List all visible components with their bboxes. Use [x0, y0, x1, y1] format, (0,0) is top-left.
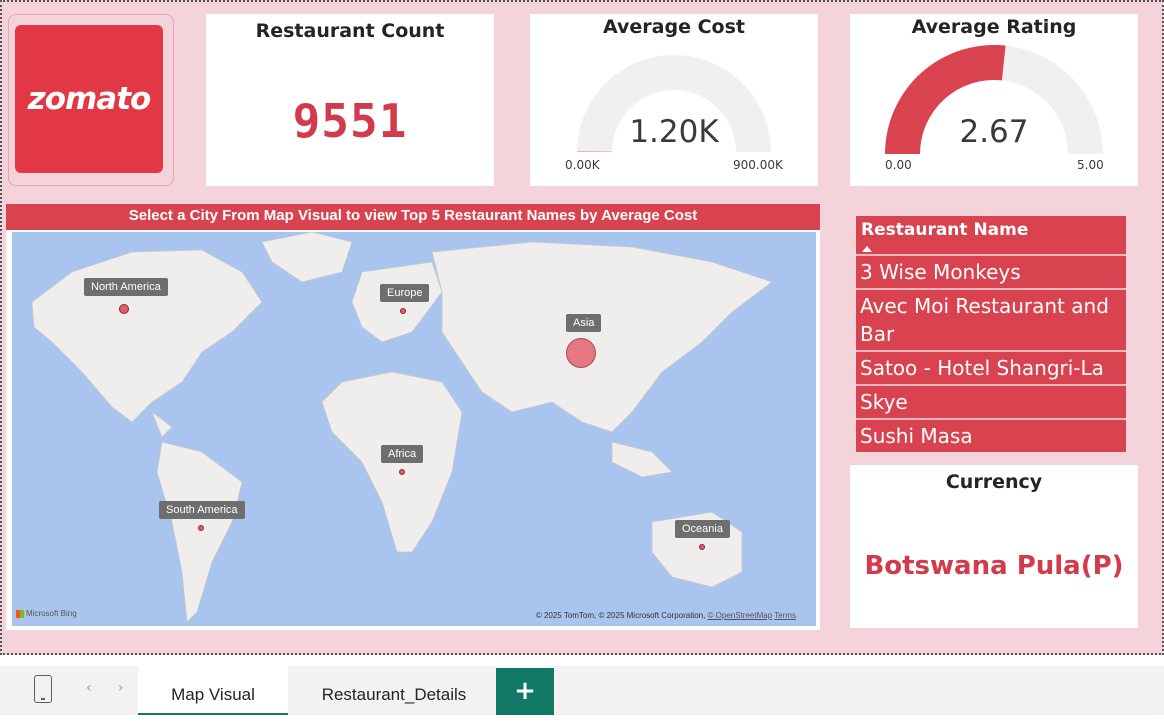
report-canvas: zomato Restaurant Count 9551 Average Cos…	[0, 0, 1164, 655]
tab-restaurant-details[interactable]: Restaurant_Details	[296, 666, 492, 715]
average-cost-min: 0.00K	[565, 158, 600, 172]
bubble-europe[interactable]	[400, 308, 406, 314]
central-america-shape	[152, 412, 172, 437]
restaurant-table[interactable]: Restaurant Name 3 Wise Monkeys Avec Moi …	[856, 216, 1126, 452]
osm-link[interactable]: © OpenStreetMap	[708, 611, 773, 620]
table-row[interactable]: Satoo - Hotel Shangri-La	[856, 352, 1126, 386]
sort-ascending-icon[interactable]	[862, 246, 872, 252]
southeast-asia-shape	[612, 442, 672, 477]
restaurant-count-card[interactable]: Restaurant Count 9551	[206, 14, 494, 186]
tab-map-visual[interactable]: Map Visual	[138, 666, 288, 715]
north-america-shape	[32, 250, 262, 422]
map-label-asia[interactable]: Asia	[566, 314, 601, 332]
map-label-north-america[interactable]: North America	[84, 278, 168, 296]
tab-label: Map Visual	[171, 685, 255, 704]
tab-label: Restaurant_Details	[322, 685, 467, 704]
chevron-left-icon[interactable]: ‹	[86, 680, 92, 696]
map-credit: © 2025 TomTom, © 2025 Microsoft Corporat…	[536, 611, 796, 620]
bubble-south-america[interactable]	[198, 525, 204, 531]
chevron-right-icon[interactable]: ›	[118, 680, 124, 696]
microsoft-logo-icon	[16, 610, 24, 618]
restaurant-count-value: 9551	[206, 94, 494, 148]
logo-card: zomato	[8, 14, 174, 186]
bubble-north-america[interactable]	[119, 304, 129, 314]
table-row[interactable]: Sushi Masa	[856, 420, 1126, 452]
average-rating-min: 0.00	[885, 158, 912, 172]
map-title: Select a City From Map Visual to view To…	[6, 204, 820, 230]
terms-link[interactable]: Terms	[774, 611, 796, 620]
map-label-oceania[interactable]: Oceania	[675, 520, 730, 538]
average-rating-max: 5.00	[1077, 158, 1104, 172]
average-rating-value: 2.67	[850, 114, 1138, 150]
bing-logo: Microsoft Bing	[16, 609, 77, 618]
map-label-africa[interactable]: Africa	[381, 445, 423, 463]
map-visual[interactable]: North America Europe Asia Africa South A…	[6, 230, 820, 630]
map-label-europe[interactable]: Europe	[380, 284, 429, 302]
restaurant-count-title: Restaurant Count	[206, 20, 494, 42]
greenland-shape	[262, 232, 352, 282]
currency-card[interactable]: Currency Botswana Pula(P)	[850, 465, 1138, 628]
bubble-asia[interactable]	[566, 338, 596, 368]
average-cost-card[interactable]: Average Cost 1.20K 0.00K 900.00K	[530, 14, 818, 186]
average-cost-max: 900.00K	[733, 158, 783, 172]
bing-text: Microsoft Bing	[26, 609, 77, 618]
world-map[interactable]: North America Europe Asia Africa South A…	[12, 232, 816, 626]
table-row[interactable]: 3 Wise Monkeys	[856, 256, 1126, 290]
asia-shape	[432, 242, 772, 432]
europe-shape	[352, 262, 442, 342]
average-cost-value: 1.20K	[530, 114, 818, 150]
restaurant-table-header[interactable]: Restaurant Name	[856, 216, 1126, 256]
average-rating-card[interactable]: Average Rating 2.67 0.00 5.00	[850, 14, 1138, 186]
south-america-shape	[157, 442, 242, 622]
zomato-logo: zomato	[15, 25, 163, 173]
add-page-button[interactable]: +	[496, 668, 554, 715]
map-label-south-america[interactable]: South America	[159, 501, 245, 519]
currency-title: Currency	[850, 471, 1138, 493]
page-tabs-bar: ‹ › Map Visual Restaurant_Details +	[0, 666, 1164, 715]
restaurant-name-column-header[interactable]: Restaurant Name	[861, 220, 1028, 240]
logo-text: zomato	[28, 81, 151, 117]
mobile-layout-icon[interactable]	[34, 675, 52, 703]
table-row[interactable]: Avec Moi Restaurant and Bar	[856, 290, 1126, 352]
map-credit-text: © 2025 TomTom, © 2025 Microsoft Corporat…	[536, 611, 708, 620]
currency-value: Botswana Pula(P)	[850, 551, 1138, 581]
table-row[interactable]: Skye	[856, 386, 1126, 420]
bubble-africa[interactable]	[399, 469, 405, 475]
bubble-oceania[interactable]	[699, 544, 705, 550]
